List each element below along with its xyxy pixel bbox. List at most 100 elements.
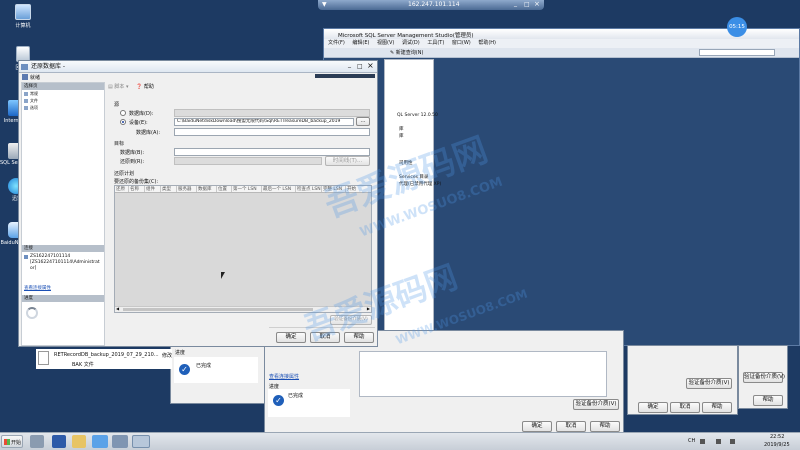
column-header[interactable]: 组件 [145, 186, 161, 192]
connection-icon [24, 255, 28, 259]
script-icon: ▤ [108, 84, 113, 90]
column-header[interactable]: 服务器 [177, 186, 197, 192]
explorer-line[interactable]: 代理(已禁用代理 XP) [399, 181, 441, 187]
cancel-button[interactable]: 取消 [670, 402, 700, 413]
tray-language[interactable]: CH [688, 438, 695, 444]
taskbar-app-ssms[interactable] [112, 435, 128, 448]
connection-server: ZS162247101114 [30, 254, 71, 259]
maximize-icon[interactable]: □ [357, 63, 363, 70]
close-icon[interactable]: × [534, 0, 540, 8]
menu-file[interactable]: 文件(F) [328, 40, 345, 46]
page-label: 选项 [30, 105, 38, 110]
column-header[interactable]: 开始 [346, 186, 360, 192]
help-label: 帮助 [143, 84, 154, 90]
database-radio[interactable] [120, 110, 126, 116]
menu-view[interactable]: 视图(V) [377, 40, 394, 46]
bak-file-icon [38, 351, 49, 365]
view-connection-props-link[interactable]: 查看连接属性 [24, 285, 51, 291]
explorer-line[interactable]: QL Server 12.0.50 [397, 113, 438, 118]
source-database-select[interactable] [174, 109, 370, 117]
minimize-icon[interactable]: _ [348, 61, 351, 68]
destination-db-field[interactable] [174, 148, 370, 156]
verify-backup-button[interactable]: 验证备份介质(V) [686, 378, 732, 389]
backup-sets-grid[interactable]: 还原 名称 组件 类型 服务器 数据库 位置 第一个 LSN 最后一个 LSN … [114, 185, 372, 313]
new-query-button[interactable]: ✎ 新建查询(N) [390, 49, 423, 56]
minimize-icon[interactable]: _ [514, 0, 517, 7]
scrollbar-thumb[interactable] [123, 308, 313, 311]
destination-db-label: 数据库(B): [120, 150, 145, 156]
pin-icon[interactable]: ▼ [322, 1, 327, 8]
status-panel: ✓ 已完成 [174, 357, 258, 383]
verify-backup-button[interactable]: 验证备份介质(V) [330, 315, 372, 325]
help-button[interactable]: 帮助 [753, 395, 783, 406]
remote-connection-bar: ▼ 162.247.101.114 _ □ × [318, 0, 544, 10]
ssms-window: Microsoft SQL Server Management Studio(管… [323, 17, 800, 346]
toolbar-dropdown[interactable] [699, 49, 775, 56]
cancel-button[interactable]: 取消 [310, 332, 340, 343]
ok-button[interactable]: 确定 [638, 402, 668, 413]
column-header[interactable]: 还原 [115, 186, 129, 192]
taskbar-app-baidu[interactable] [92, 435, 108, 448]
desktop-icon-computer[interactable]: 计算机 [6, 4, 40, 34]
menu-window[interactable]: 窗口(W) [452, 40, 471, 46]
verify-backup-button[interactable]: 验证备份介质(V) [573, 399, 619, 410]
ok-button[interactable]: 确定 [522, 421, 552, 432]
grid-header-row: 还原 名称 组件 类型 服务器 数据库 位置 第一个 LSN 最后一个 LSN … [115, 186, 371, 193]
taskbar-app-tools[interactable] [132, 435, 150, 448]
bg-dialog-4: 验证备份介质(V) 帮助 [738, 345, 788, 409]
menu-debug[interactable]: 调试(D) [402, 40, 420, 46]
horizontal-scrollbar[interactable]: ◀ ▶ [115, 306, 371, 312]
column-header[interactable]: 名称 [129, 186, 145, 192]
taskbar-app-server-manager[interactable] [30, 435, 44, 448]
close-icon[interactable]: × [367, 61, 374, 70]
column-header[interactable]: 类型 [161, 186, 177, 192]
dialog-db-icon [21, 64, 28, 70]
ok-button[interactable]: 确定 [276, 332, 306, 343]
verify-backup-button[interactable]: 验证备份介质(V) [743, 372, 785, 383]
column-header[interactable]: 检查点 LSN [296, 186, 322, 192]
script-button[interactable]: ▤ 脚本 ▾ [108, 83, 128, 90]
column-header[interactable]: 最后一个 LSN [262, 186, 296, 192]
help-toolbar-button[interactable]: ❓ 帮助 [136, 83, 154, 90]
ssms-title: Microsoft SQL Server Management Studio(管… [338, 33, 474, 39]
restore-to-field[interactable] [174, 157, 322, 165]
help-button[interactable]: 帮助 [590, 421, 620, 432]
tray-time[interactable]: 22:52 [770, 434, 784, 440]
menu-help[interactable]: 帮助(H) [478, 40, 496, 46]
browse-button[interactable]: ... [356, 117, 370, 126]
timeline-button[interactable]: 时间线(T)... [325, 156, 370, 166]
file-item[interactable]: RETRecordDB_backup_2019_07_29_210... 修改 … [36, 349, 172, 369]
restore-dialog: 还原数据库 - _ □ × 就绪 选择页 常规 文件 选项 连接 ZS16224… [18, 60, 378, 347]
taskbar-app-explorer[interactable] [72, 435, 86, 448]
help-button[interactable]: 帮助 [344, 332, 374, 343]
scroll-left-icon[interactable]: ◀ [116, 306, 119, 311]
explorer-line[interactable]: 库 [399, 126, 404, 132]
tray-network-icon [716, 439, 721, 444]
help-button[interactable]: 帮助 [702, 402, 732, 413]
restore-icon[interactable]: □ [524, 1, 530, 8]
restore-to-label: 还原到(R): [120, 159, 145, 165]
script-label: 脚本 [114, 84, 125, 90]
explorer-line[interactable]: 司用性 [399, 160, 413, 166]
device-path-field[interactable]: C:\BaiduNetdiskDownload\搜盟无限代码\Sql\RETTr… [174, 118, 354, 126]
view-connection-props-link[interactable]: 查看连接属性 [269, 373, 299, 380]
menu-tools[interactable]: 工具(T) [427, 40, 444, 46]
file-name: RETRecordDB_backup_2019_07_29_210... [54, 352, 159, 358]
explorer-line[interactable]: 库 [399, 133, 404, 139]
taskbar-app-powershell[interactable] [52, 435, 66, 448]
scroll-right-icon[interactable]: ▶ [367, 306, 370, 311]
device-radio[interactable] [120, 119, 126, 125]
computer-icon [15, 4, 31, 20]
explorer-line[interactable]: Services 目录 [399, 174, 428, 180]
menu-edit[interactable]: 编辑(E) [352, 40, 369, 46]
column-header[interactable]: 完整 LSN [322, 186, 346, 192]
tray-date[interactable]: 2019/9/25 [764, 442, 790, 448]
column-header[interactable]: 第一个 LSN [232, 186, 262, 192]
start-button[interactable]: 开始 [1, 435, 23, 448]
column-header[interactable]: 数据库 [197, 186, 217, 192]
connection-user: [ZS162247101114\Administrat or] [30, 260, 100, 271]
column-header[interactable]: 位置 [217, 186, 232, 192]
cancel-button[interactable]: 取消 [556, 421, 586, 432]
windows-logo-icon [4, 439, 10, 445]
source-db-dropdown[interactable] [174, 128, 370, 136]
